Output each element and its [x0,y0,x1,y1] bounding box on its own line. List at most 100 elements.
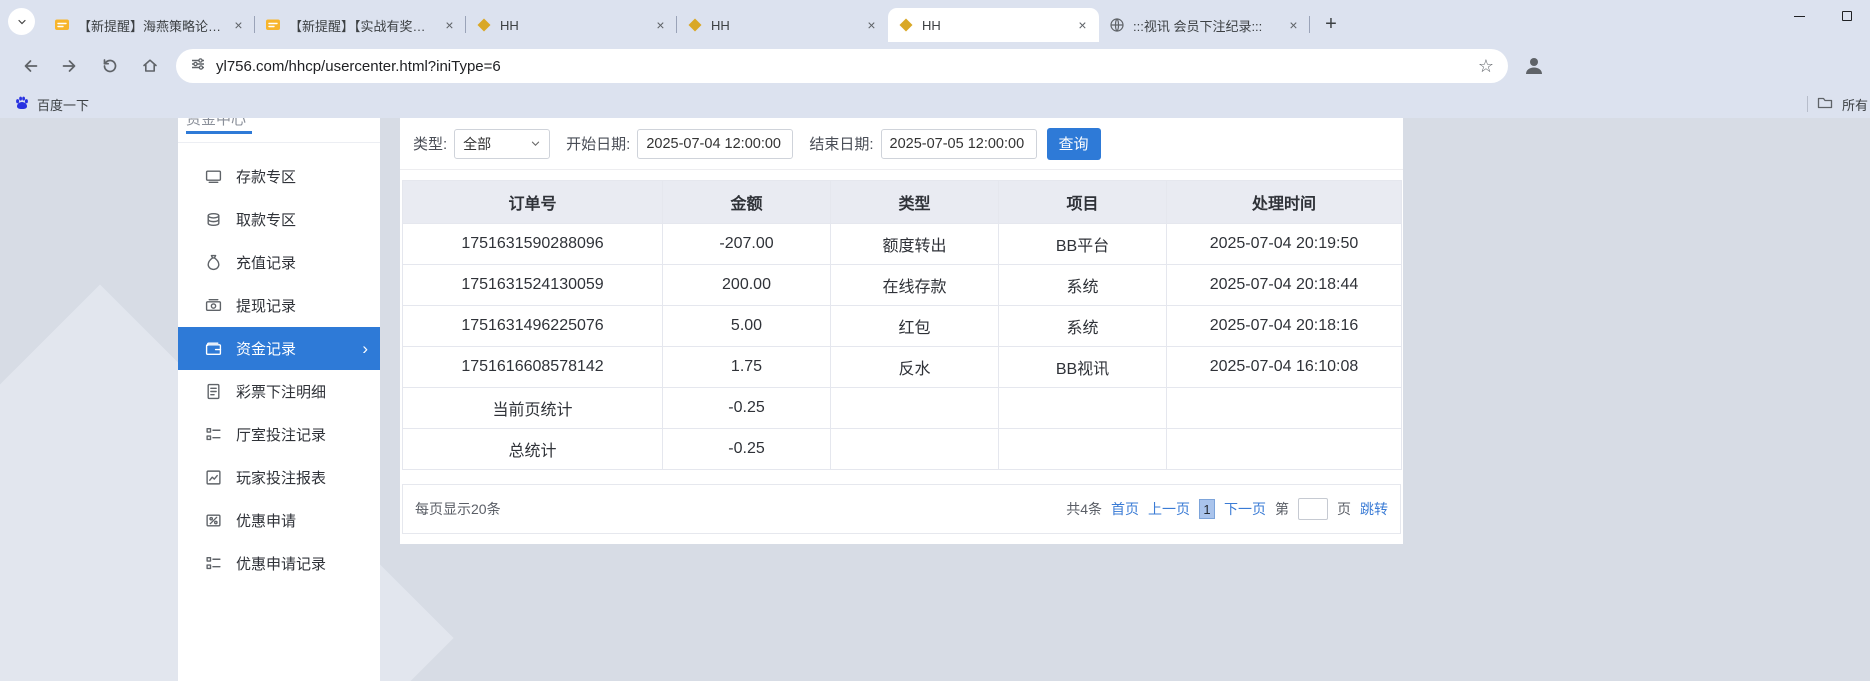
cell-time: 2025-07-04 20:18:16 [1167,306,1402,347]
tab-title: HH [711,18,855,33]
back-button[interactable] [13,49,47,83]
browser-tab[interactable]: HH × [466,8,677,42]
tab-close-icon[interactable]: × [1285,17,1302,34]
forward-arrow-icon [61,57,79,75]
prev-page-link[interactable]: 上一页 [1148,499,1190,519]
browser-tab[interactable]: :::视讯 会员下注纪录::: × [1099,8,1310,42]
sidebar-item-label: 存款专区 [236,166,296,187]
cell-empty [831,388,999,429]
cell-amount: -0.25 [663,388,831,429]
cell-type: 红包 [831,306,999,347]
sidebar-item-hall-bet-records[interactable]: 厅室投注记录 [178,413,380,456]
cell-order-no: 1751616608578142 [403,347,663,388]
start-date-label: 开始日期: [566,133,630,154]
refresh-icon [101,57,119,75]
cell-item: BB平台 [999,224,1167,265]
sidebar-item-promo-apply[interactable]: 优惠申请 [178,499,380,542]
tab-title: 【新提醒】海燕策略论坛... [78,16,222,35]
refresh-button[interactable] [93,49,127,83]
tune-icon[interactable] [190,56,206,77]
first-page-link[interactable]: 首页 [1111,499,1139,519]
table-header-row: 订单号 金额 类型 项目 处理时间 [403,181,1402,224]
globe-icon [1109,17,1125,33]
address-bar[interactable]: yl756.com/hhcp/usercenter.html?iniType=6… [176,49,1508,83]
cell-time: 2025-07-04 16:10:08 [1167,347,1402,388]
table-row: 1751631524130059 200.00 在线存款 系统 2025-07-… [403,265,1402,306]
cell-amount: 200.00 [663,265,831,306]
browser-tab-active[interactable]: HH × [888,8,1099,42]
bookmarks-bar: 百度一下 所有 [0,90,1870,118]
all-bookmarks-label[interactable]: 所有 [1842,95,1868,114]
cell-item: 系统 [999,306,1167,347]
search-button[interactable]: 查询 [1047,128,1101,160]
sidebar-item-withdrawal-records[interactable]: 提现记录 [178,284,380,327]
gold-diamond-icon [687,17,703,33]
tab-title: HH [500,18,644,33]
sidebar-item-label: 玩家投注报表 [236,467,326,488]
page-jump-input[interactable] [1298,498,1328,520]
sidebar-item-recharge-records[interactable]: 充值记录 [178,241,380,284]
sidebar-item-label: 提现记录 [236,295,296,316]
home-button[interactable] [133,49,167,83]
jump-link[interactable]: 跳转 [1360,499,1388,519]
type-select-value: 全部 [463,134,491,154]
next-page-link[interactable]: 下一页 [1224,499,1266,519]
document-icon [205,383,222,400]
url-text[interactable]: yl756.com/hhcp/usercenter.html?iniType=6 [216,58,501,75]
cell-order-no: 1751631524130059 [403,265,663,306]
tab-close-icon[interactable]: × [652,17,669,34]
maximize-button[interactable] [1823,0,1870,32]
sidebar-item-funds-records[interactable]: 资金记录 › [178,327,380,370]
table-row: 1751631590288096 -207.00 额度转出 BB平台 2025-… [403,224,1402,265]
browser-tab[interactable]: 【新提醒】海燕策略论坛... × [44,8,255,42]
new-tab-button[interactable]: + [1316,9,1346,39]
list-lines-icon [205,555,222,572]
tab-close-icon[interactable]: × [230,17,247,34]
tab-search-button[interactable] [8,8,35,35]
table-row: 1751631496225076 5.00 红包 系统 2025-07-04 2… [403,306,1402,347]
end-date-label: 结束日期: [809,133,873,154]
filter-bar: 类型: 全部 开始日期: 结束日期: 查询 [400,118,1403,170]
browser-window: 【新提醒】海燕策略论坛... × 【新提醒】【实战有奖】... × HH × [0,0,1870,681]
cell-order-no: 1751631496225076 [403,306,663,347]
sidebar-item-withdraw-zone[interactable]: 取款专区 [178,198,380,241]
sidebar-item-label: 优惠申请 [236,510,296,531]
col-header-amount: 金额 [663,181,831,224]
folder-icon[interactable] [1817,95,1833,114]
profile-button[interactable] [1522,54,1546,78]
tab-close-icon[interactable]: × [1074,17,1091,34]
sidebar-item-player-bet-reports[interactable]: 玩家投注报表 [178,456,380,499]
cell-label: 当前页统计 [403,388,663,429]
bookmark-baidu[interactable]: 百度一下 [14,95,89,114]
tab-title: :::视讯 会员下注纪录::: [1133,16,1277,35]
minimize-button[interactable] [1776,0,1823,32]
start-date-input[interactable] [637,129,793,159]
active-tab-underline [186,131,252,134]
browser-tab[interactable]: HH × [677,8,888,42]
sidebar-item-deposit-zone[interactable]: 存款专区 [178,155,380,198]
bookmark-label: 百度一下 [37,95,89,114]
per-page-label: 每页显示20条 [415,499,501,519]
sidebar-menu: 存款专区 取款专区 充值记录 提现记录 资金记录 › [178,155,380,585]
current-page-indicator[interactable]: 1 [1199,499,1215,519]
cell-amount: 5.00 [663,306,831,347]
cell-item: 系统 [999,265,1167,306]
back-arrow-icon [21,57,39,75]
chevron-down-icon [530,138,541,149]
pagination-bar: 每页显示20条 共4条 首页 上一页 1 下一页 第 页 跳转 [402,484,1401,534]
cell-label: 总统计 [403,429,663,470]
forward-button[interactable] [53,49,87,83]
funds-records-table: 订单号 金额 类型 项目 处理时间 1751631590288096 -207.… [402,180,1402,470]
sidebar-item-promo-apply-records[interactable]: 优惠申请记录 [178,542,380,585]
type-select[interactable]: 全部 [454,129,550,159]
browser-tab[interactable]: 【新提醒】【实战有奖】... × [255,8,466,42]
moneybag-icon [205,254,222,271]
bookmark-star-icon[interactable]: ☆ [1478,56,1494,77]
cell-amount: -207.00 [663,224,831,265]
tab-close-icon[interactable]: × [441,17,458,34]
sidebar-item-lottery-bet-details[interactable]: 彩票下注明细 [178,370,380,413]
tab-close-icon[interactable]: × [863,17,880,34]
end-date-input[interactable] [881,129,1037,159]
browser-toolbar: yl756.com/hhcp/usercenter.html?iniType=6… [0,42,1870,90]
tab-title: HH [922,18,1066,33]
